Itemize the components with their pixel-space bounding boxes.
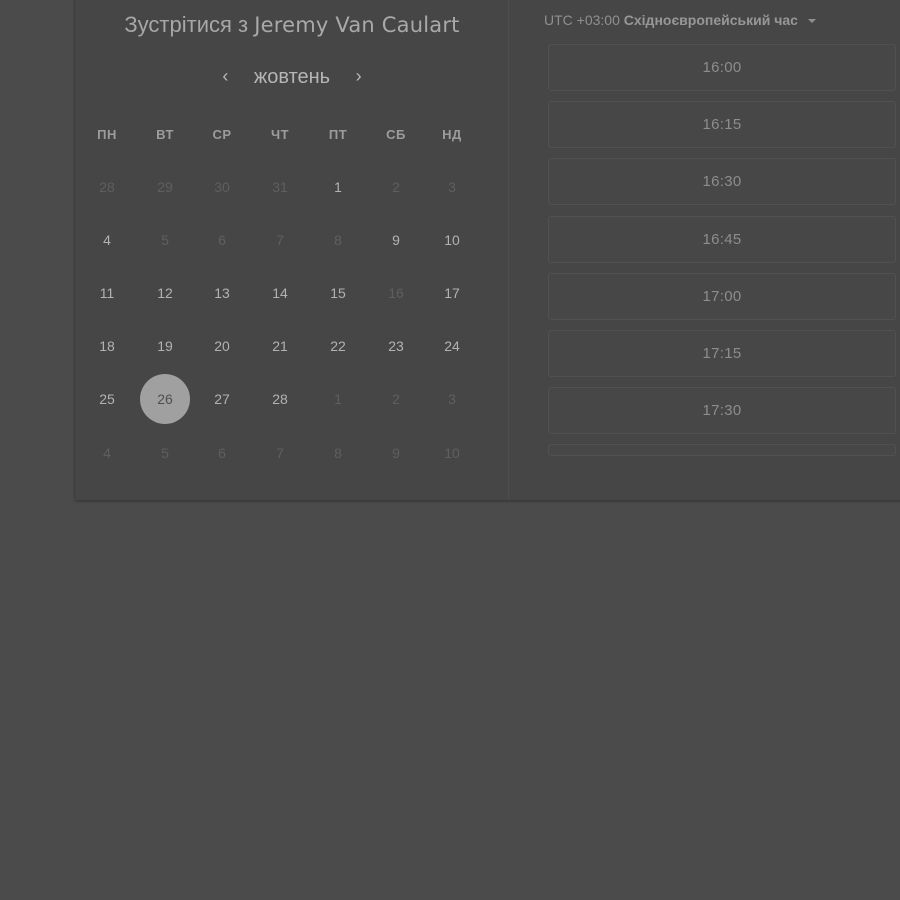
host-name: Jeremy Van Caulart <box>254 13 460 37</box>
calendar-day[interactable]: 14 <box>255 268 305 318</box>
calendar-day: 2 <box>392 391 400 407</box>
calendar-day: 30 <box>214 179 230 195</box>
chevron-down-icon <box>807 19 816 23</box>
calendar-day[interactable]: 15 <box>313 268 363 318</box>
calendar-day[interactable]: 12 <box>140 268 190 318</box>
month-label: жовтень <box>253 66 331 88</box>
booking-card: Зустрітися з Jeremy Van Caulart ‹ жовтен… <box>75 0 900 500</box>
month-navigation: ‹ жовтень › <box>76 66 508 89</box>
calendar-day[interactable]: 13 <box>197 268 247 318</box>
calendar-day: 6 <box>218 445 226 461</box>
time-slot-button[interactable]: 17:30 <box>548 387 896 435</box>
calendar-day[interactable]: 19 <box>140 321 190 371</box>
weekday-label: НД <box>442 127 462 142</box>
calendar-day: 4 <box>103 445 111 461</box>
calendar-day[interactable]: 28 <box>255 374 305 424</box>
calendar-day[interactable]: 17 <box>427 268 477 318</box>
time-slot-button[interactable] <box>548 444 896 457</box>
calendar-day: 5 <box>161 445 169 461</box>
meet-prefix: Зустрітися з <box>124 12 249 37</box>
weekday-header: ПН ВТ СР ЧТ ПТ СБ НД <box>76 127 508 147</box>
time-slot-button[interactable]: 16:15 <box>548 101 896 149</box>
chevron-left-icon[interactable]: ‹ <box>214 66 236 87</box>
chevron-right-icon[interactable]: › <box>348 66 370 87</box>
time-slots-pane: UTC +03:00 Східноєвропейський час 16:00 1… <box>509 0 900 500</box>
calendar-day: 31 <box>272 179 288 195</box>
page-title: Зустрітися з Jeremy Van Caulart <box>76 12 508 38</box>
calendar-day: 1 <box>334 391 342 407</box>
weekday-label: ЧТ <box>270 127 290 142</box>
time-slot-button[interactable]: 16:45 <box>548 215 896 263</box>
time-slot-button[interactable]: 17:15 <box>548 330 896 377</box>
calendar-day: 8 <box>334 232 342 248</box>
calendar-day: 9 <box>392 445 400 461</box>
calendar-day: 7 <box>276 445 284 461</box>
calendar-day[interactable]: 24 <box>427 321 477 371</box>
calendar-day: 5 <box>161 232 169 248</box>
calendar-day[interactable]: 9 <box>371 215 421 265</box>
calendar-day[interactable]: 22 <box>313 321 363 371</box>
weekday-label: ВТ <box>156 127 174 142</box>
calendar-day[interactable]: 1 <box>313 162 363 212</box>
calendar-pane: Зустрітися з Jeremy Van Caulart ‹ жовтен… <box>76 0 509 500</box>
time-slot-button[interactable]: 17:00 <box>548 272 896 320</box>
calendar-day[interactable]: 4 <box>82 215 132 265</box>
calendar-day[interactable]: 23 <box>371 321 421 371</box>
calendar-day[interactable]: 20 <box>197 321 247 371</box>
calendar-day[interactable]: 11 <box>82 268 132 318</box>
calendar-day[interactable]: 27 <box>197 374 247 424</box>
calendar-day: 29 <box>157 179 173 195</box>
calendar-day[interactable]: 18 <box>82 321 132 371</box>
calendar-day: 3 <box>448 179 456 195</box>
calendar-day: 16 <box>388 285 404 301</box>
timezone-selector[interactable]: UTC +03:00 Східноєвропейський час <box>544 12 816 28</box>
calendar-day[interactable]: 21 <box>255 321 305 371</box>
calendar-day[interactable]: 10 <box>427 215 477 265</box>
calendar-day: 6 <box>218 232 226 248</box>
weekday-label: ПН <box>97 127 117 142</box>
calendar-day: 8 <box>334 445 342 461</box>
calendar-day: 7 <box>276 232 284 248</box>
weekday-label: СБ <box>386 127 406 142</box>
weekday-label: ПТ <box>328 127 348 142</box>
calendar-day: 3 <box>448 391 456 407</box>
calendar-day-selected[interactable]: 26 <box>140 374 190 424</box>
timezone-name: Східноєвропейський час <box>623 12 798 28</box>
calendar-day: 2 <box>392 179 400 195</box>
timezone-offset: UTC +03:00 <box>544 12 620 28</box>
calendar-day[interactable]: 25 <box>82 374 132 424</box>
time-slot-button[interactable]: 16:00 <box>548 44 896 91</box>
calendar-day: 10 <box>444 445 460 461</box>
calendar-day: 28 <box>99 179 115 195</box>
time-slot-button[interactable]: 16:30 <box>548 158 896 206</box>
weekday-label: СР <box>212 127 232 142</box>
